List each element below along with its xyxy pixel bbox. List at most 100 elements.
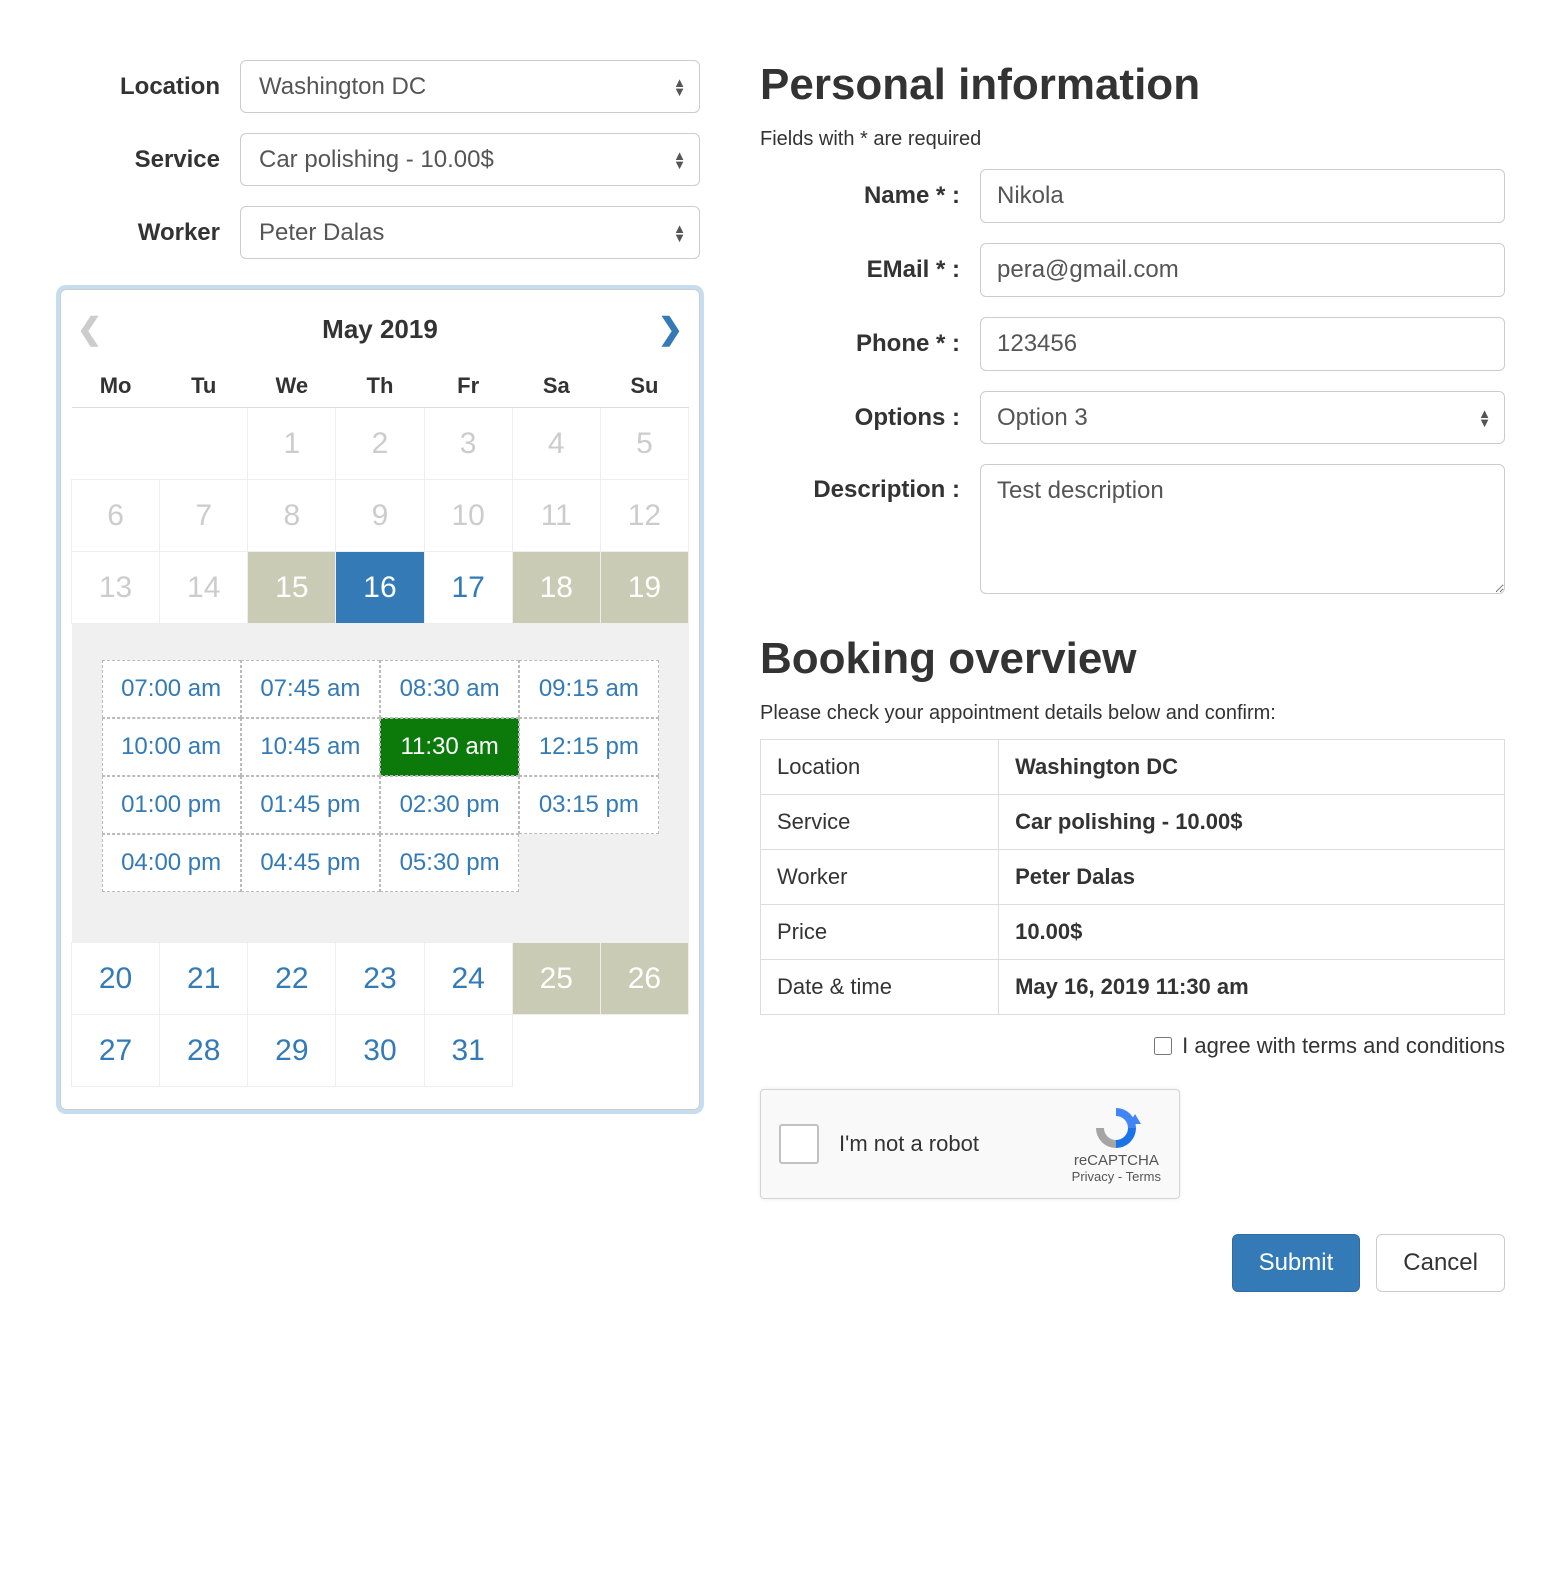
calendar-day: 8 — [248, 480, 336, 552]
options-select[interactable]: Option 3 — [980, 391, 1505, 444]
overview-value: Washington DC — [999, 740, 1505, 795]
calendar-day[interactable]: 30 — [336, 1015, 424, 1087]
overview-key: Worker — [761, 850, 999, 905]
overview-key: Service — [761, 795, 999, 850]
calendar-day[interactable]: 20 — [72, 943, 160, 1015]
overview-key: Date & time — [761, 960, 999, 1015]
terms-label: I agree with terms and conditions — [1182, 1033, 1505, 1059]
required-hint: Fields with * are required — [760, 128, 1505, 151]
calendar-weekday: Tu — [160, 365, 248, 408]
calendar-day[interactable]: 19 — [600, 552, 688, 624]
description-label: Description : — [760, 464, 980, 504]
timeslot[interactable]: 11:30 am — [380, 718, 519, 776]
cancel-button[interactable]: Cancel — [1376, 1234, 1505, 1292]
name-label: Name * : — [760, 182, 980, 210]
calendar-weekday: Su — [600, 365, 688, 408]
calendar-day[interactable]: 15 — [248, 552, 336, 624]
timeslot[interactable]: 04:00 pm — [102, 834, 241, 892]
overview-value: Car polishing - 10.00$ — [999, 795, 1505, 850]
timeslot[interactable]: 09:15 am — [519, 660, 658, 718]
calendar-day: 12 — [600, 480, 688, 552]
timeslot[interactable]: 05:30 pm — [380, 834, 519, 892]
booking-overview-heading: Booking overview — [760, 634, 1505, 684]
calendar-day: 4 — [512, 408, 600, 480]
calendar-weekday: Mo — [72, 365, 160, 408]
calendar-day: 14 — [160, 552, 248, 624]
calendar-weekday: Th — [336, 365, 424, 408]
options-label: Options : — [760, 404, 980, 432]
calendar-weekday: Fr — [424, 365, 512, 408]
timeslot[interactable]: 04:45 pm — [241, 834, 380, 892]
calendar: ❮ May 2019 ❯ MoTuWeThFrSaSu 123456789101… — [60, 289, 700, 1110]
calendar-day[interactable]: 16 — [336, 552, 424, 624]
overview-hint: Please check your appointment details be… — [760, 702, 1505, 725]
recaptcha-links[interactable]: Privacy - Terms — [1072, 1169, 1161, 1184]
service-select[interactable]: Car polishing - 10.00$ — [240, 133, 700, 186]
recaptcha-widget: I'm not a robot reCAPTCHA Privacy - Term… — [760, 1089, 1180, 1199]
calendar-prev-icon[interactable]: ❮ — [77, 312, 102, 347]
terms-checkbox[interactable] — [1154, 1037, 1172, 1055]
timeslot[interactable]: 01:45 pm — [241, 776, 380, 834]
service-label: Service — [60, 146, 240, 174]
overview-value: 10.00$ — [999, 905, 1505, 960]
calendar-day[interactable]: 28 — [160, 1015, 248, 1087]
calendar-day[interactable]: 31 — [424, 1015, 512, 1087]
recaptcha-checkbox[interactable] — [779, 1124, 819, 1164]
timeslot[interactable]: 10:45 am — [241, 718, 380, 776]
calendar-title: May 2019 — [322, 314, 438, 345]
timeslot[interactable]: 08:30 am — [380, 660, 519, 718]
name-input[interactable] — [980, 169, 1505, 223]
calendar-day: 7 — [160, 480, 248, 552]
calendar-day[interactable]: 23 — [336, 943, 424, 1015]
location-select[interactable]: Washington DC — [240, 60, 700, 113]
phone-label: Phone * : — [760, 330, 980, 358]
timeslot[interactable]: 07:45 am — [241, 660, 380, 718]
timeslot[interactable]: 10:00 am — [102, 718, 241, 776]
phone-input[interactable] — [980, 317, 1505, 371]
recaptcha-name: reCAPTCHA — [1072, 1152, 1161, 1169]
calendar-day[interactable]: 25 — [512, 943, 600, 1015]
submit-button[interactable]: Submit — [1232, 1234, 1361, 1292]
overview-key: Price — [761, 905, 999, 960]
overview-key: Location — [761, 740, 999, 795]
calendar-day: 1 — [248, 408, 336, 480]
calendar-day — [512, 1015, 600, 1087]
timeslot[interactable]: 07:00 am — [102, 660, 241, 718]
overview-row: WorkerPeter Dalas — [761, 850, 1505, 905]
calendar-day: 11 — [512, 480, 600, 552]
overview-row: Date & timeMay 16, 2019 11:30 am — [761, 960, 1505, 1015]
timeslot[interactable]: 03:15 pm — [519, 776, 658, 834]
location-label: Location — [60, 73, 240, 101]
calendar-day[interactable]: 29 — [248, 1015, 336, 1087]
calendar-day: 9 — [336, 480, 424, 552]
calendar-day: 3 — [424, 408, 512, 480]
calendar-day: 13 — [72, 552, 160, 624]
worker-label: Worker — [60, 219, 240, 247]
calendar-day[interactable]: 24 — [424, 943, 512, 1015]
calendar-day: 6 — [72, 480, 160, 552]
calendar-day[interactable]: 26 — [600, 943, 688, 1015]
overview-row: ServiceCar polishing - 10.00$ — [761, 795, 1505, 850]
calendar-next-icon[interactable]: ❯ — [658, 312, 683, 347]
calendar-day[interactable]: 22 — [248, 943, 336, 1015]
calendar-day[interactable]: 17 — [424, 552, 512, 624]
calendar-day: 2 — [336, 408, 424, 480]
description-textarea[interactable] — [980, 464, 1505, 594]
calendar-day: 10 — [424, 480, 512, 552]
timeslot[interactable]: 01:00 pm — [102, 776, 241, 834]
calendar-day[interactable]: 27 — [72, 1015, 160, 1087]
worker-select[interactable]: Peter Dalas — [240, 206, 700, 259]
recaptcha-icon — [1091, 1104, 1141, 1150]
calendar-day — [160, 408, 248, 480]
personal-info-heading: Personal information — [760, 60, 1505, 110]
calendar-weekday: Sa — [512, 365, 600, 408]
email-input[interactable] — [980, 243, 1505, 297]
calendar-day[interactable]: 18 — [512, 552, 600, 624]
timeslot-panel: 07:00 am07:45 am08:30 am09:15 am 10:00 am… — [72, 624, 689, 942]
calendar-day[interactable]: 21 — [160, 943, 248, 1015]
timeslot[interactable]: 12:15 pm — [519, 718, 658, 776]
overview-row: LocationWashington DC — [761, 740, 1505, 795]
recaptcha-label: I'm not a robot — [839, 1131, 1072, 1157]
calendar-day: 5 — [600, 408, 688, 480]
timeslot[interactable]: 02:30 pm — [380, 776, 519, 834]
